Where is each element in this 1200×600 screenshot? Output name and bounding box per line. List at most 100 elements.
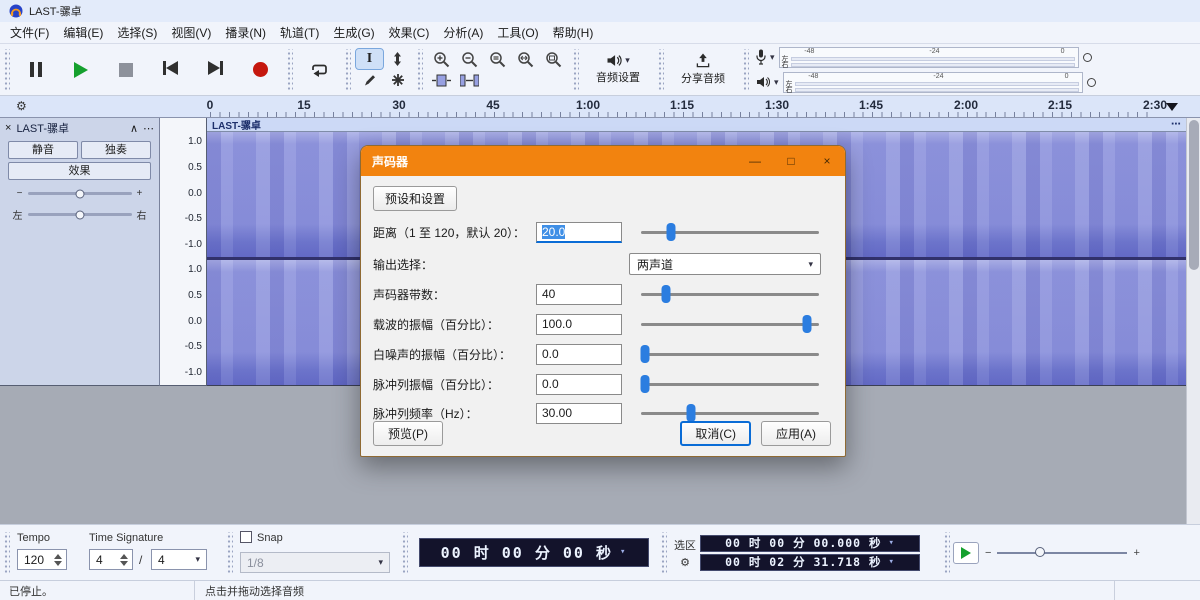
- slider-thumb[interactable]: [640, 375, 649, 393]
- selection-tool-button[interactable]: I: [356, 49, 383, 69]
- pulse-freq-slider[interactable]: [641, 403, 819, 423]
- loop-button[interactable]: [296, 50, 341, 90]
- pulse-amp-input[interactable]: 0.0: [536, 374, 622, 395]
- tempo-spinner[interactable]: 120: [17, 549, 67, 570]
- tools-toolbar-grip[interactable]: [344, 49, 351, 91]
- slider-thumb[interactable]: [640, 345, 649, 363]
- bands-input[interactable]: 40: [536, 284, 622, 305]
- track-collapse-icon[interactable]: ∧: [130, 122, 138, 135]
- silence-selection-button[interactable]: [456, 70, 483, 90]
- noise-amp-slider[interactable]: [641, 344, 819, 364]
- slider-thumb[interactable]: [667, 223, 676, 241]
- pause-button[interactable]: [13, 50, 58, 90]
- dialog-titlebar[interactable]: 声码器 — □ ×: [361, 146, 845, 176]
- menu-tracks[interactable]: 轨道(T): [273, 21, 326, 44]
- audio-position-display[interactable]: 00 时 00 分 00 秒 ▾: [419, 538, 649, 567]
- pulse-amp-slider[interactable]: [641, 374, 819, 394]
- audio-setup-grip[interactable]: [572, 49, 579, 91]
- pan-slider[interactable]: [28, 213, 132, 216]
- skip-to-start-button[interactable]: [148, 50, 193, 90]
- fit-project-button[interactable]: [540, 49, 567, 69]
- menu-file[interactable]: 文件(F): [3, 21, 56, 44]
- menu-transport[interactable]: 播录(N): [218, 21, 273, 44]
- envelope-tool-button[interactable]: [384, 49, 411, 69]
- menu-select[interactable]: 选择(S): [110, 21, 164, 44]
- noise-amp-input[interactable]: 0.0: [536, 344, 622, 365]
- presets-settings-button[interactable]: 预设和设置: [373, 186, 457, 211]
- selection-toolbar-grip[interactable]: [660, 532, 667, 574]
- bands-slider[interactable]: [641, 284, 819, 304]
- distance-input[interactable]: 20.0: [536, 222, 622, 243]
- selection-gear-icon[interactable]: ⚙: [680, 556, 690, 569]
- timesig-lower-dropdown[interactable]: 4 ▾: [151, 549, 207, 570]
- vertical-scrollbar[interactable]: [1186, 118, 1200, 524]
- timesig-upper-spinner[interactable]: 4: [89, 549, 133, 570]
- snap-interval-dropdown[interactable]: 1/8 ▾: [240, 552, 390, 573]
- time-signature-grip[interactable]: [3, 532, 10, 574]
- zoom-toggle-button[interactable]: [512, 49, 539, 69]
- menu-help[interactable]: 帮助(H): [546, 21, 601, 44]
- clip-menu-icon[interactable]: ⋯: [1171, 119, 1181, 130]
- track-control-panel[interactable]: × LAST-骡卓 ∧ ⋯ 静音 独奏 效果 − + 左 右: [0, 118, 160, 386]
- gain-slider[interactable]: [28, 192, 132, 195]
- output-choice-dropdown[interactable]: 两声道 ▾: [629, 253, 821, 275]
- menu-effect[interactable]: 效果(C): [382, 21, 437, 44]
- menu-generate[interactable]: 生成(G): [326, 21, 381, 44]
- draw-tool-button[interactable]: [356, 70, 383, 90]
- dialog-maximize-button[interactable]: □: [773, 146, 809, 176]
- cancel-button[interactable]: 取消(C): [680, 421, 751, 446]
- apply-button[interactable]: 应用(A): [761, 421, 831, 446]
- selection-start-display[interactable]: 00 时 00 分 00.000 秒 ▾: [700, 535, 920, 552]
- zoom-out-button[interactable]: [456, 49, 483, 69]
- record-button[interactable]: [238, 50, 283, 90]
- slider-thumb[interactable]: [802, 315, 811, 333]
- recording-level-knob[interactable]: [1083, 53, 1092, 62]
- track-close-icon[interactable]: ×: [5, 122, 11, 134]
- timeline-scroll-arrow[interactable]: [1166, 103, 1178, 111]
- dialog-close-button[interactable]: ×: [809, 146, 845, 176]
- play-speed-thumb[interactable]: [1035, 547, 1045, 557]
- edit-toolbar-grip[interactable]: [416, 49, 423, 91]
- spin-arrows[interactable]: [118, 554, 130, 566]
- menu-edit[interactable]: 编辑(E): [56, 21, 110, 44]
- skip-to-end-button[interactable]: [193, 50, 238, 90]
- recording-meter[interactable]: ▾ -48 -24 0 左 右: [756, 46, 1096, 69]
- slider-thumb[interactable]: [686, 404, 695, 422]
- gain-slider-thumb[interactable]: [75, 189, 84, 198]
- meter-toolbar-grip[interactable]: [742, 49, 749, 91]
- play-at-speed-grip[interactable]: [943, 532, 950, 574]
- carrier-amp-input[interactable]: 100.0: [536, 314, 622, 335]
- carrier-amp-slider[interactable]: [641, 314, 819, 334]
- time-toolbar-grip[interactable]: [401, 532, 408, 574]
- share-audio-grip[interactable]: [657, 49, 664, 91]
- slider-thumb[interactable]: [661, 285, 670, 303]
- timeline-options-gear-icon[interactable]: ⚙: [16, 99, 27, 113]
- play-speed-slider[interactable]: [997, 543, 1127, 563]
- stop-button[interactable]: [103, 50, 148, 90]
- menu-tools[interactable]: 工具(O): [490, 21, 545, 44]
- solo-button[interactable]: 独奏: [81, 141, 151, 159]
- mute-button[interactable]: 静音: [8, 141, 78, 159]
- zoom-selection-button[interactable]: [484, 49, 511, 69]
- audio-settings-button[interactable]: ▾ 音频设置: [582, 48, 654, 92]
- effects-button[interactable]: 效果: [8, 162, 151, 180]
- menu-view[interactable]: 视图(V): [164, 21, 218, 44]
- loop-toolbar-grip[interactable]: [286, 49, 293, 91]
- transport-toolbar-grip[interactable]: [3, 49, 10, 91]
- menu-analyze[interactable]: 分析(A): [436, 21, 490, 44]
- vertical-scrollbar-thumb[interactable]: [1189, 120, 1199, 270]
- distance-slider[interactable]: [641, 222, 819, 242]
- playback-meter-bars[interactable]: -48 -24 0 左 右: [783, 72, 1083, 93]
- spin-arrows[interactable]: [52, 554, 64, 566]
- snap-checkbox-row[interactable]: Snap: [240, 531, 283, 544]
- track-menu-icon[interactable]: ⋯: [143, 122, 154, 135]
- pan-slider-thumb[interactable]: [75, 210, 84, 219]
- selection-end-display[interactable]: 00 时 02 分 31.718 秒 ▾: [700, 554, 920, 571]
- clip-header[interactable]: LAST-骡卓 ⋯: [207, 118, 1186, 132]
- playback-level-knob[interactable]: [1087, 78, 1096, 87]
- track-title[interactable]: LAST-骡卓: [16, 120, 69, 136]
- recording-meter-bars[interactable]: -48 -24 0 左 右: [779, 47, 1079, 68]
- snap-checkbox[interactable]: [240, 531, 252, 543]
- play-at-speed-button[interactable]: [953, 542, 979, 564]
- trim-outside-selection-button[interactable]: [428, 70, 455, 90]
